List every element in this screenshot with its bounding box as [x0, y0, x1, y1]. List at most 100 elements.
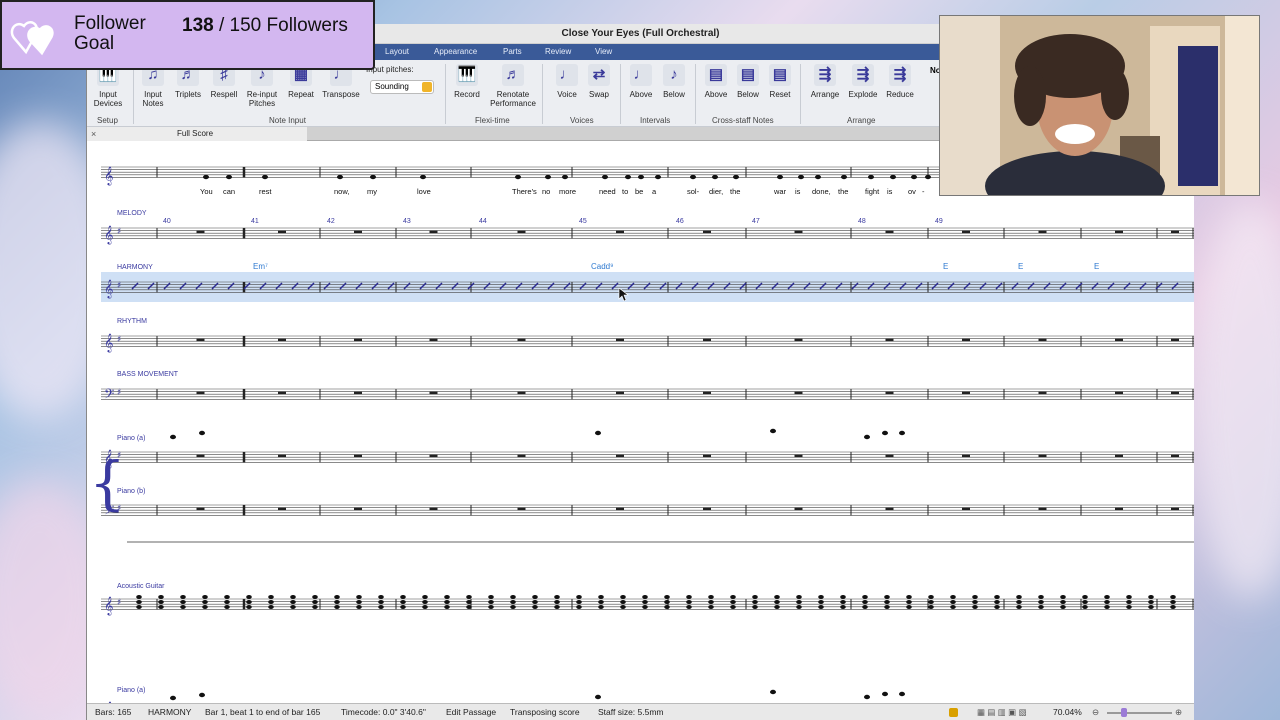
lyric-syllable: can — [223, 187, 235, 196]
guitar-chord-note — [774, 600, 780, 604]
staff-reset-button[interactable]: ▤ Reset — [755, 64, 805, 99]
rhythm-whole-rest — [354, 338, 362, 342]
bass-whole-rest — [1038, 391, 1047, 395]
bar-number: 45 — [579, 218, 587, 225]
guitar-chord-note — [708, 600, 714, 604]
guitar-chord-note — [1104, 605, 1110, 609]
piano-note — [864, 434, 870, 440]
melody-clef: 𝄞 — [104, 225, 113, 245]
bass-whole-rest — [794, 391, 803, 395]
lyric-syllable: war — [773, 187, 787, 196]
tab-appearance[interactable]: Appearance — [434, 47, 477, 56]
melody-whole-rest — [962, 230, 970, 234]
tab-parts[interactable]: Parts — [503, 47, 522, 56]
swap-icon: ⇄ — [588, 64, 610, 86]
guitar-chord-note — [1104, 600, 1110, 604]
chord-symbol: E — [1094, 262, 1099, 271]
triplets-label: Triplets — [175, 90, 201, 99]
lyric-note — [602, 174, 608, 180]
piano-note — [770, 428, 776, 434]
score-canvas[interactable]: 𝄞 You can rest now, my love There's no more need to… — [87, 141, 1194, 720]
lyric-note — [690, 174, 696, 180]
bar-number: 43 — [403, 218, 411, 225]
zoom-in-icon[interactable]: ⊕ — [1175, 704, 1182, 720]
melody-whole-rest — [616, 230, 624, 234]
guitar-chord-note — [928, 605, 934, 609]
melody-whole-rest — [429, 230, 438, 234]
guitar-chord-note — [180, 600, 186, 604]
melody-whole-rest — [1171, 230, 1179, 234]
input-devices-button[interactable]: 🎹 Input Devices — [87, 64, 133, 108]
piano-note — [595, 694, 601, 700]
lyric-note — [890, 174, 896, 180]
guitar-chord-note — [268, 600, 274, 604]
rhythm-whole-rest — [196, 338, 205, 342]
guitar-chord-note — [620, 595, 626, 599]
lyric-note — [420, 174, 426, 180]
piano-b-whole-rest — [1115, 507, 1123, 511]
lyric-note — [370, 174, 376, 180]
status-zoom: 70.04% — [1053, 707, 1082, 717]
chord-symbol: E — [1018, 262, 1023, 271]
record-button[interactable]: 🎹 Record — [442, 64, 492, 99]
guitar-chord-note — [1082, 600, 1088, 604]
melody-whole-rest — [517, 230, 526, 234]
piano-a-whole-rest — [354, 454, 362, 458]
status-transposing: Transposing score — [510, 707, 580, 717]
piano-a-whole-rest — [885, 454, 894, 458]
guitar-chord-note — [1038, 595, 1044, 599]
guitar-chord-note — [290, 600, 296, 604]
guitar-chord-note — [312, 605, 318, 609]
input-pitches-value: Sounding — [375, 82, 409, 91]
guitar-chord-note — [862, 595, 868, 599]
close-icon[interactable]: × — [91, 127, 96, 141]
follower-goal-widget: Follower Goal 138 / 150 Followers — [0, 0, 375, 70]
lyric-note — [815, 174, 821, 180]
tab-view[interactable]: View — [595, 47, 612, 56]
zoom-slider[interactable] — [1107, 712, 1172, 714]
lock-icon[interactable] — [949, 708, 958, 717]
follower-separator: / — [218, 15, 225, 36]
harmony-label: HARMONY — [117, 264, 153, 271]
renotate-button[interactable]: ♬ Renotate Performance — [488, 64, 538, 108]
zoom-slider-thumb[interactable] — [1121, 708, 1127, 717]
input-pitches-select[interactable]: Sounding — [370, 80, 434, 94]
lyric-note — [262, 174, 268, 180]
piano-b-whole-rest — [517, 507, 526, 511]
guitar-chord-note — [752, 600, 758, 604]
status-timecode: Timecode: 0.0" 3'40.6" — [341, 707, 426, 717]
view-mode-icons[interactable]: ▦ ▤ ▥ ▣ ▧ — [977, 704, 1027, 720]
lyric-syllable: no — [542, 187, 550, 196]
guitar-chord-note — [620, 605, 626, 609]
guitar-chord-note — [378, 595, 384, 599]
guitar-chord-note — [906, 600, 912, 604]
guitar-chord-note — [488, 600, 494, 604]
guitar-chord-note — [400, 595, 406, 599]
tab-layout[interactable]: Layout — [385, 47, 409, 56]
rhythm-key-sig: ♯ — [117, 335, 121, 345]
guitar-chord-note — [1126, 600, 1132, 604]
lyric-note — [625, 174, 631, 180]
status-instrument: HARMONY — [148, 707, 192, 717]
guitar-chord-note — [1016, 600, 1022, 604]
guitar-chord-note — [224, 605, 230, 609]
guitar-chord-note — [774, 605, 780, 609]
guitar-chord-note — [246, 605, 252, 609]
piano-a-label: Piano (a) — [117, 435, 145, 442]
melody-whole-rest — [1038, 230, 1047, 234]
guitar-chord-note — [730, 595, 736, 599]
full-score-label: Full Score — [177, 129, 214, 138]
guitar-chord-note — [796, 605, 802, 609]
guitar-chord-note — [928, 600, 934, 604]
tab-review[interactable]: Review — [545, 47, 571, 56]
tab-full-score[interactable]: × Full Score — [87, 127, 307, 141]
guitar-label: Acoustic Guitar — [117, 583, 165, 590]
reduce-button[interactable]: ⇶ Reduce — [875, 64, 925, 99]
melody-label: MELODY — [117, 210, 147, 217]
guitar-chord-note — [1038, 605, 1044, 609]
guitar-clef: 𝄞 — [104, 596, 113, 616]
score-area[interactable]: 𝄞 You can rest now, my love There's no more need to… — [87, 141, 1194, 720]
bass-whole-rest — [429, 391, 438, 395]
melody-whole-rest — [196, 230, 205, 234]
zoom-out-icon[interactable]: ⊖ — [1092, 704, 1099, 720]
